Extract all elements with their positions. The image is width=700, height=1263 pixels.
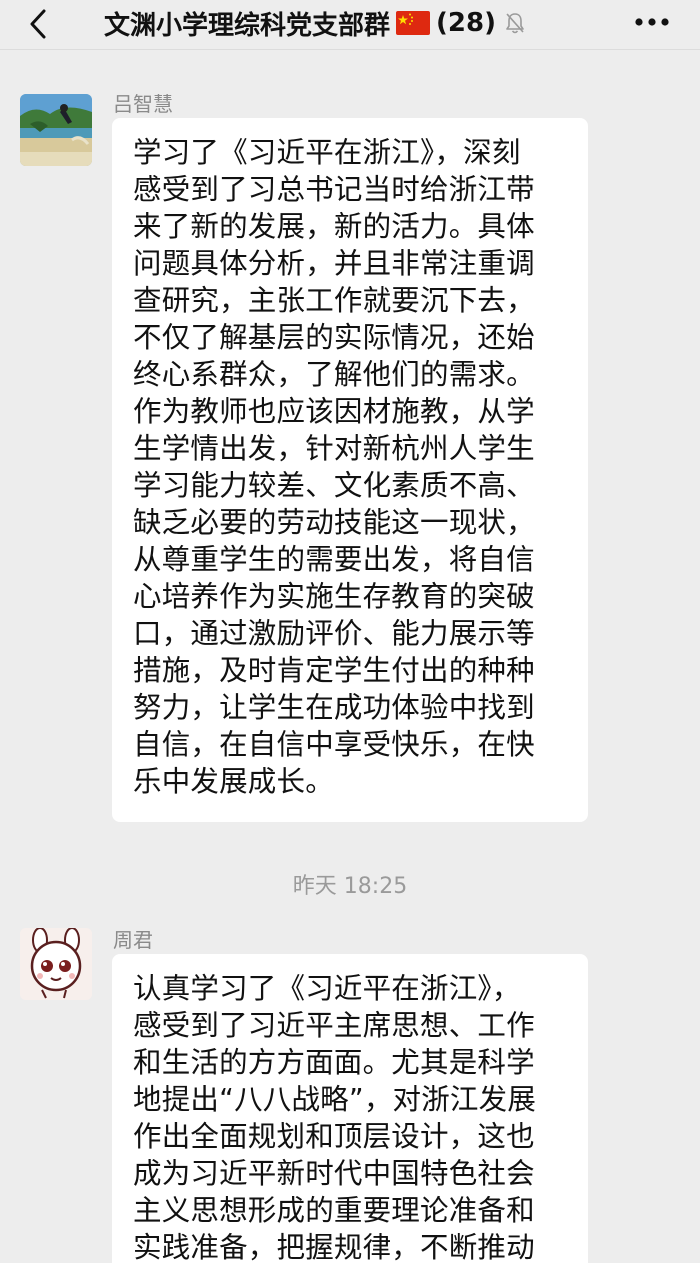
sender-name: 吕智慧 xyxy=(113,92,173,116)
avatar-beach-photo[interactable] xyxy=(20,94,92,166)
member-count: (28) xyxy=(436,8,496,38)
message-text-line: 从尊重学生的需要出发，将自信 xyxy=(133,543,535,576)
message-text-line: 感受到了习总书记当时给浙江带 xyxy=(133,173,535,206)
message-text-line: 查研究，主张工作就要沉下去， xyxy=(133,284,535,317)
message-text-line: 主义思想形成的重要理论准备和 xyxy=(133,1194,535,1227)
chevron-left-icon[interactable] xyxy=(20,4,60,44)
more-dots-icon[interactable] xyxy=(632,6,672,38)
message-text-line: 感受到了习近平主席思想、工作 xyxy=(133,1009,535,1042)
message-text-line: 努力，让学生在成功体验中找到 xyxy=(133,691,535,724)
group-name: 文渊小学理综科党支部群 xyxy=(104,10,391,41)
message-text-line: 实践准备，把握规律，不断推动 xyxy=(133,1231,535,1263)
message-row: 周君 认真学习了《习近平在浙江》， 感受到了习近平主席思想、工作 和生活的方方面… xyxy=(0,922,700,1263)
avatar-cartoon-rabbit[interactable] xyxy=(20,928,92,1000)
message-text-line: 和生活的方方面面。尤其是科学 xyxy=(133,1046,535,1079)
message-text-line: 认真学习了《习近平在浙江》， xyxy=(133,972,521,1005)
message-text-line: 作出全面规划和顶层设计，这也 xyxy=(133,1120,535,1153)
message-bubble[interactable]: 认真学习了《习近平在浙江》， 感受到了习近平主席思想、工作 和生活的方方面面。尤… xyxy=(112,954,588,1263)
message-text-line: 心培养作为实施生存教育的突破 xyxy=(133,580,535,613)
message-text-line: 来了新的发展，新的活力。具体 xyxy=(133,210,535,243)
china-flag-icon xyxy=(396,11,431,35)
message-row: 吕智慧 学习了《习近平在浙江》，深刻 感受到了习总书记当时给浙江带 来了新的发展… xyxy=(0,88,700,828)
message-text-line: 不仅了解基层的实际情况，还始 xyxy=(133,321,535,354)
message-bubble[interactable]: 学习了《习近平在浙江》，深刻 感受到了习总书记当时给浙江带 来了新的发展，新的活… xyxy=(112,118,588,822)
message-text-line: 口，通过激励评价、能力展示等 xyxy=(133,617,535,650)
message-text-line: 问题具体分析，并且非常注重调 xyxy=(133,247,535,280)
message-text-line: 作为教师也应该因材施教，从学 xyxy=(133,395,535,428)
message-text-line: 成为习近平新时代中国特色社会 xyxy=(133,1157,535,1190)
chat-screen: 文渊小学理综科党支部群 (28) 吕智慧 学习了《习近平在浙江》，深刻 感受到了… xyxy=(0,0,700,1263)
message-text-line: 缺乏必要的劳动技能这一现状， xyxy=(133,506,535,539)
message-text-line: 生学情出发，针对新杭州人学生 xyxy=(133,432,535,465)
message-text-line: 地提出“八八战略”，对浙江发展 xyxy=(133,1083,537,1116)
message-text-line: 学习了《习近平在浙江》，深刻 xyxy=(133,136,521,169)
message-timestamp: 昨天 18:25 xyxy=(292,874,408,899)
message-text-line: 措施，及时肯定学生付出的种种 xyxy=(133,654,535,687)
bell-muted-icon xyxy=(504,11,526,35)
message-text-line: 学习能力较差、文化素质不高、 xyxy=(133,469,535,502)
message-text-line: 自信，在自信中享受快乐，在快 xyxy=(133,728,535,761)
sender-name: 周君 xyxy=(113,928,153,952)
group-title: 文渊小学理综科党支部群 (28) xyxy=(104,5,526,41)
message-text-line: 终心系群众，了解他们的需求。 xyxy=(133,358,535,391)
chat-header: 文渊小学理综科党支部群 (28) xyxy=(0,0,700,50)
message-text-line: 乐中发展成长。 xyxy=(133,765,334,798)
